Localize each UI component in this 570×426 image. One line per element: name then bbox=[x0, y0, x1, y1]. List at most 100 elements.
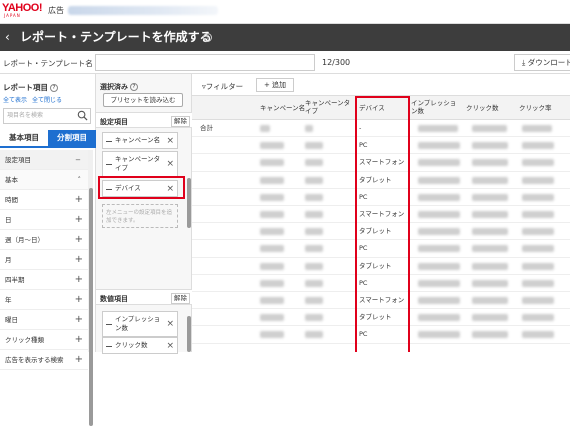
plus-icon[interactable]: + bbox=[75, 290, 83, 310]
list-item-label: 週（月〜日） bbox=[5, 236, 44, 244]
chip-label: クリック数 bbox=[115, 341, 148, 349]
clear-metrics-button[interactable]: 解除 bbox=[171, 293, 190, 304]
redacted-value bbox=[260, 262, 284, 270]
redacted-value bbox=[260, 211, 284, 218]
col-campaign-type[interactable]: キャンペーンタイプ bbox=[305, 99, 355, 115]
help-icon[interactable]: ? bbox=[130, 83, 138, 91]
selected-chip-clicks[interactable]: クリック数 × bbox=[102, 337, 178, 354]
filter-button[interactable]: ▿フィルター bbox=[202, 81, 243, 92]
list-item[interactable]: 月 + bbox=[0, 250, 88, 270]
drag-handle-icon[interactable] bbox=[106, 140, 112, 142]
list-item[interactable]: 設定項目 − bbox=[0, 150, 88, 170]
search-icon[interactable] bbox=[77, 110, 88, 121]
redacted-value bbox=[305, 142, 323, 150]
redacted-value bbox=[522, 211, 554, 218]
redacted-value bbox=[260, 159, 284, 167]
collapse-icon[interactable]: − bbox=[75, 150, 81, 170]
selected-title: 選択済み bbox=[100, 83, 128, 91]
list-item[interactable]: 四半期 + bbox=[0, 270, 88, 290]
col-ctr[interactable]: クリック率 bbox=[519, 104, 552, 112]
list-item[interactable]: 時間 + bbox=[0, 190, 88, 210]
drag-handle-icon[interactable] bbox=[106, 164, 112, 165]
redacted-value bbox=[472, 314, 508, 322]
redacted-value bbox=[472, 262, 508, 270]
col-clicks[interactable]: クリック数 bbox=[466, 104, 499, 112]
expand-links: 全て表示 全て閉じる bbox=[3, 95, 65, 104]
redacted-value bbox=[305, 262, 323, 270]
top-bar: YAHOO! JAPAN 広告 bbox=[0, 0, 570, 24]
list-item[interactable]: 曜日 + bbox=[0, 310, 88, 330]
settings-section-label: 設定項目 bbox=[100, 118, 128, 126]
redacted-value bbox=[260, 142, 284, 150]
selected-chip-campaign-name[interactable]: キャンペーン名 × bbox=[102, 132, 178, 149]
scrollbar-thumb[interactable] bbox=[187, 178, 191, 228]
list-item[interactable]: 日 + bbox=[0, 210, 88, 230]
list-item[interactable]: 年 + bbox=[0, 290, 88, 310]
plus-icon[interactable]: + bbox=[75, 230, 83, 250]
col-impressions[interactable]: インプレッション数 bbox=[411, 99, 461, 115]
col-campaign-name[interactable]: キャンペーン名 bbox=[260, 104, 305, 112]
chevron-up-icon[interactable]: ˄ bbox=[78, 170, 82, 190]
redacted-value bbox=[522, 331, 554, 339]
redacted-value bbox=[305, 125, 313, 132]
list-item[interactable]: 週（月〜日） + bbox=[0, 230, 88, 250]
redacted-value bbox=[305, 297, 323, 304]
plus-icon[interactable]: + bbox=[75, 210, 83, 230]
list-item[interactable]: 基本 ˄ bbox=[0, 170, 88, 190]
expand-all-link[interactable]: 全て表示 bbox=[3, 97, 27, 104]
redacted-value bbox=[305, 314, 323, 322]
drag-handle-icon[interactable] bbox=[106, 345, 112, 347]
drag-handle-icon[interactable] bbox=[106, 324, 112, 325]
redacted-value bbox=[472, 297, 508, 304]
close-icon[interactable]: × bbox=[166, 159, 174, 169]
redacted-value bbox=[522, 176, 554, 184]
help-icon[interactable]: ? bbox=[50, 84, 58, 92]
redacted-value bbox=[522, 193, 554, 201]
close-icon[interactable]: × bbox=[166, 136, 174, 146]
redacted-value bbox=[522, 314, 554, 322]
close-icon[interactable]: × bbox=[166, 341, 174, 351]
character-counter: 12/300 bbox=[322, 58, 351, 67]
item-search-input[interactable]: 項目名を検索 bbox=[3, 108, 91, 124]
device-chip-highlight bbox=[98, 176, 185, 199]
plus-icon[interactable]: + bbox=[75, 330, 83, 350]
account-name-blurred[interactable] bbox=[68, 6, 218, 15]
help-icon[interactable]: ? bbox=[203, 33, 212, 42]
plus-icon[interactable]: + bbox=[75, 270, 83, 290]
download-button[interactable]: ⤓ ダウンロード bbox=[514, 54, 570, 71]
scrollbar-thumb[interactable] bbox=[89, 188, 93, 426]
plus-icon[interactable]: + bbox=[75, 350, 83, 370]
list-item-label: 時間 bbox=[5, 196, 18, 204]
item-tabs: 基本項目 分割項目 bbox=[0, 130, 96, 148]
scrollbar-thumb[interactable] bbox=[187, 316, 191, 352]
plus-icon[interactable]: + bbox=[75, 250, 83, 270]
close-icon[interactable]: × bbox=[166, 319, 174, 329]
redacted-value bbox=[522, 245, 554, 253]
list-item-label: 曜日 bbox=[5, 316, 18, 324]
collapse-all-link[interactable]: 全て閉じる bbox=[32, 97, 62, 104]
redacted-value bbox=[305, 211, 323, 218]
list-item[interactable]: クリック種類 + bbox=[0, 330, 88, 350]
tab-split-items[interactable]: 分割項目 bbox=[48, 130, 96, 146]
redacted-value bbox=[472, 125, 507, 132]
list-item[interactable]: 広告を表示する検索 + bbox=[0, 350, 88, 370]
clear-settings-button[interactable]: 解除 bbox=[171, 116, 190, 127]
template-name-input[interactable] bbox=[95, 54, 315, 71]
redacted-value bbox=[472, 245, 508, 253]
selected-chip-impressions[interactable]: インプレッション数 × bbox=[102, 311, 178, 337]
redacted-value bbox=[472, 211, 508, 218]
plus-icon[interactable]: + bbox=[75, 190, 83, 210]
plus-icon[interactable]: + bbox=[75, 310, 83, 330]
chevron-left-icon[interactable]: ‹ bbox=[5, 30, 10, 44]
redacted-value bbox=[472, 331, 508, 339]
add-filter-button[interactable]: + 追加 bbox=[256, 78, 294, 92]
redacted-value bbox=[418, 193, 460, 201]
settings-dropzone[interactable]: 左メニューの設定項目を追加できます。 bbox=[102, 204, 178, 228]
load-preset-button[interactable]: プリセットを読み込む bbox=[103, 93, 183, 107]
item-list: 設定項目 − 基本 ˄ 時間 + 日 + 週（月〜日） + 月 + 四半期 + 年 + 曜日 + クリック種類 + 広告… bbox=[0, 150, 88, 370]
redacted-value bbox=[472, 193, 508, 201]
redacted-value bbox=[260, 176, 284, 184]
selected-chip-campaign-type[interactable]: キャンペーンタイプ × bbox=[102, 151, 178, 177]
list-item-label: 年 bbox=[5, 296, 12, 304]
tab-basic-items[interactable]: 基本項目 bbox=[0, 130, 48, 146]
